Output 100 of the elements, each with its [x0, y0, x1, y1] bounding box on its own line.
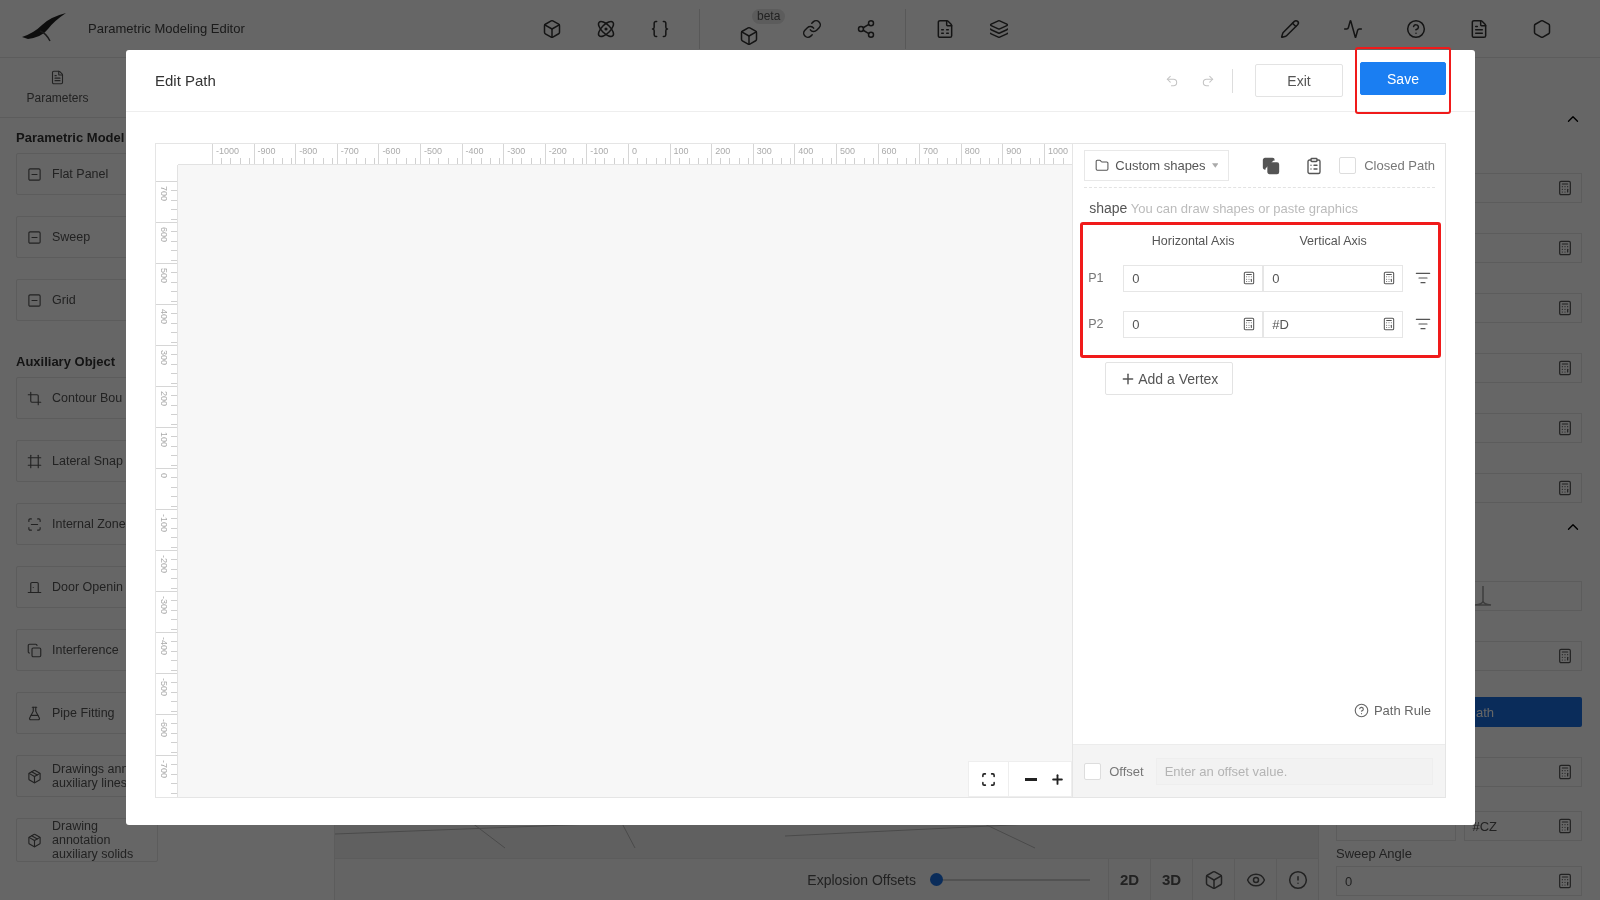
calculator-icon: [1382, 271, 1397, 285]
exit-button[interactable]: Exit: [1255, 64, 1343, 97]
shape-hint: shape You can draw shapes or paste graphics: [1088, 199, 1359, 216]
offset-checkbox[interactable]: [1084, 762, 1102, 780]
ruler-label: -900: [257, 146, 276, 156]
ruler-label: 0: [159, 473, 169, 480]
fullscreen-icon: [981, 771, 997, 787]
ruler-label: 1000: [1047, 146, 1068, 156]
clipboard-icon: [1305, 156, 1324, 175]
closed-path-checkbox[interactable]: [1339, 157, 1357, 174]
ruler-label: 900: [1006, 146, 1022, 156]
offset-input[interactable]: Enter an offset value.: [1155, 757, 1433, 785]
calculator-icon: [1242, 271, 1257, 285]
package-icon: [27, 768, 42, 784]
alert-icon: [1287, 869, 1308, 890]
input-field[interactable]: 0: [1263, 264, 1404, 292]
package-icon: [27, 832, 42, 848]
parameters-tab[interactable]: Parameters: [0, 58, 115, 117]
slider-thumb[interactable]: [930, 873, 943, 886]
ruler-label: 0: [631, 146, 637, 156]
column-header: Vertical Axis: [1298, 234, 1368, 248]
link-icon: [802, 18, 823, 39]
calculator-icon: [1557, 300, 1573, 316]
shape-type-select[interactable]: Custom shapes: [1084, 150, 1230, 181]
ruler-label: 500: [839, 146, 855, 156]
plus-icon: [1050, 771, 1066, 787]
dialog-title: Edit Path: [155, 72, 216, 89]
redo-icon: [1201, 73, 1215, 88]
calculator-icon: [1557, 480, 1573, 496]
filter-icon: [1415, 270, 1432, 286]
save-button[interactable]: Save: [1360, 62, 1446, 95]
ruler-label: -700: [340, 146, 359, 156]
ruler-label: 500: [159, 268, 169, 286]
help-icon: [1405, 18, 1426, 39]
input-field[interactable]: 0: [1123, 310, 1264, 338]
closed-path-label: Closed Path: [1364, 158, 1435, 173]
beta-badge: beta: [752, 8, 786, 24]
square-minus-icon: [27, 166, 42, 182]
ruler-label: 100: [673, 146, 689, 156]
ruler-label: 700: [923, 146, 939, 156]
ruler-label: 300: [159, 350, 169, 368]
explosion-label: Explosion Offsets: [807, 871, 916, 888]
view-mode-button[interactable]: 2D: [1108, 858, 1150, 900]
ruler-label: -100: [159, 514, 169, 534]
input-field[interactable]: 0: [1123, 264, 1264, 292]
path-rule-link[interactable]: Path Rule: [1353, 703, 1431, 718]
vertex-label: P2: [1087, 317, 1105, 331]
ruler-label: -400: [465, 146, 484, 156]
undo-icon: [1165, 73, 1179, 88]
calculator-icon: [1557, 818, 1573, 834]
input-field[interactable]: 0: [1336, 866, 1582, 896]
pencil-icon: [1279, 18, 1300, 39]
input-field[interactable]: #CZ: [1463, 811, 1582, 841]
atom-icon: [596, 18, 616, 39]
ruler-label: 600: [881, 146, 897, 156]
calculator-icon: [1557, 180, 1573, 196]
add-vertex-button[interactable]: Add a Vertex: [1105, 362, 1234, 395]
document-icon: [50, 70, 65, 85]
ruler-label: 200: [159, 391, 169, 409]
scan-icon: [27, 516, 42, 532]
section-heading: Parametric Model: [16, 130, 125, 145]
calculator-icon: [1557, 420, 1573, 436]
view-mode-button[interactable]: 3D: [1150, 858, 1192, 900]
square-minus-icon: [27, 229, 42, 245]
flask-icon: [27, 705, 42, 721]
offset-label: Offset: [1109, 763, 1144, 779]
copy-icon: [1262, 156, 1281, 175]
ruler-label: -700: [159, 760, 169, 780]
folder-icon: [1095, 158, 1110, 173]
ruler-label: 600: [159, 227, 169, 245]
square-minus-icon: [27, 292, 42, 308]
calculator-icon: [1557, 360, 1573, 376]
ruler-label: 100: [159, 432, 169, 450]
t-profile-icon: [1473, 585, 1493, 607]
vertex-label: P1: [1087, 271, 1105, 285]
door-icon: [27, 579, 42, 595]
object-card[interactable]: Drawing annotation auxiliary solids: [16, 818, 158, 862]
share-icon: [856, 18, 877, 39]
section-heading: Auxiliary Object: [16, 354, 115, 369]
calculator-icon: [1557, 764, 1573, 780]
app-title: Parametric Modeling Editor: [88, 21, 245, 36]
cube-icon: [1203, 869, 1224, 890]
pulse-icon: [1342, 18, 1363, 39]
ruler-label: -300: [507, 146, 526, 156]
calculator-icon: [1557, 873, 1573, 889]
caret-icon: [1211, 163, 1219, 168]
input-field[interactable]: #D: [1263, 310, 1404, 338]
braces-icon: [650, 18, 670, 39]
ruler-label: -300: [159, 596, 169, 616]
ruler-label: -500: [159, 678, 169, 698]
cube-icon: [542, 18, 562, 39]
ruler-label: 400: [798, 146, 814, 156]
column-header: Horizontal Axis: [1150, 234, 1236, 248]
ruler-label: -200: [159, 555, 169, 575]
ruler-label: 800: [964, 146, 980, 156]
minus-icon: [1024, 777, 1037, 781]
layers-icon: [989, 18, 1010, 39]
filter-icon: [1415, 316, 1432, 332]
ruler-label: -800: [299, 146, 318, 156]
ruler-label: -400: [159, 637, 169, 657]
